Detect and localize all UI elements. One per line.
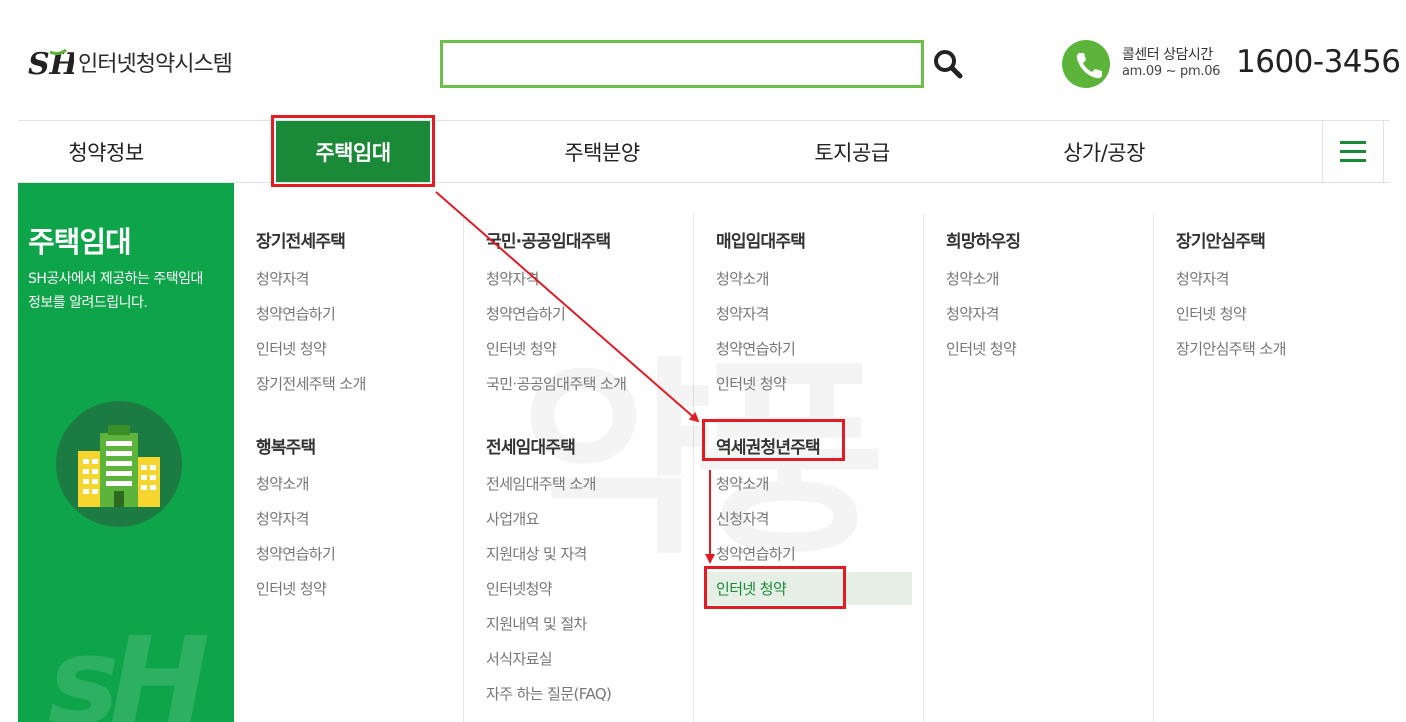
arrow-down-right <box>435 191 700 423</box>
annotation-arrows <box>435 191 715 564</box>
